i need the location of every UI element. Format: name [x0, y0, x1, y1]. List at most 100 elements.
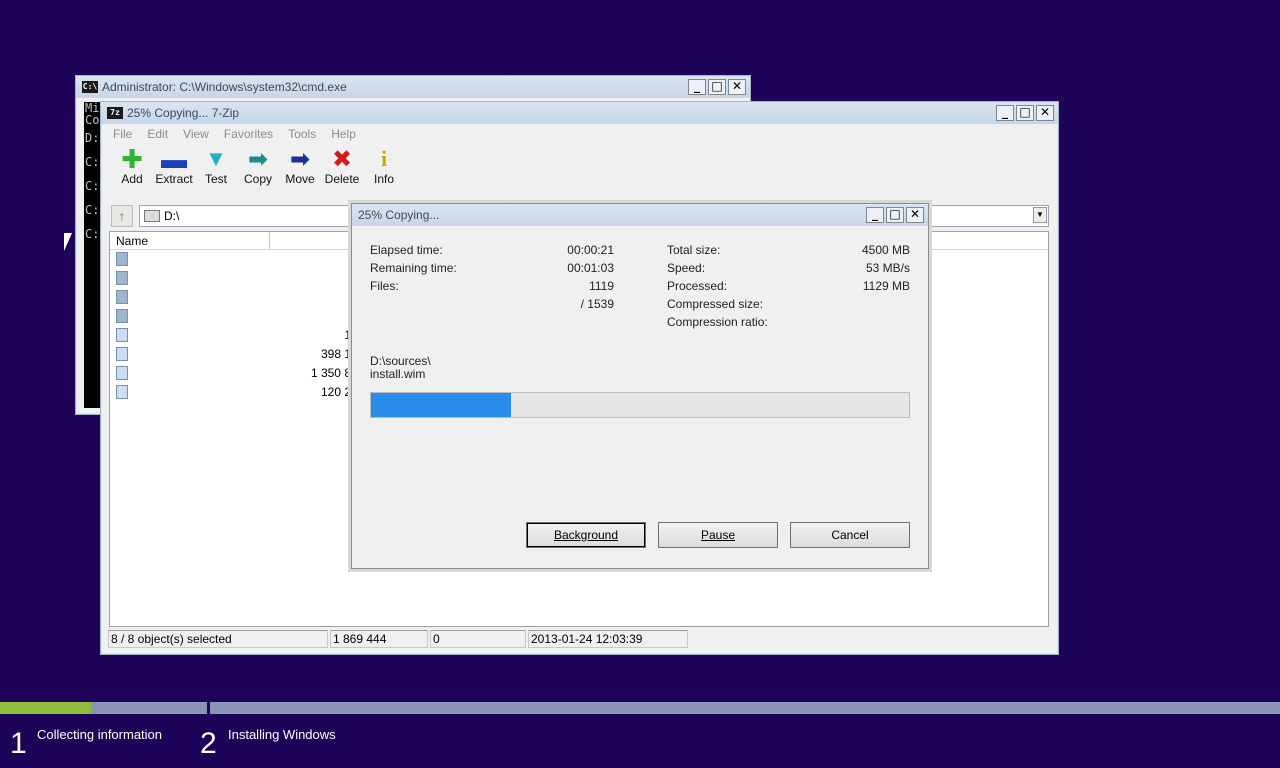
file-icon — [116, 347, 128, 361]
menu-bar: File Edit View Favorites Tools Help — [101, 124, 1058, 144]
close-button[interactable]: ✕ — [728, 79, 746, 95]
maximize-button[interactable]: □ — [1016, 105, 1034, 121]
step1-progress-fill — [0, 702, 92, 714]
folder-icon — [116, 309, 128, 323]
7zip-title: 25% Copying... 7-Zip — [127, 106, 240, 120]
step1-number: 1 — [10, 727, 27, 760]
copy-progress-fill — [371, 393, 511, 417]
add-label: Add — [121, 172, 143, 186]
pause-label: Pause — [700, 528, 736, 542]
7zip-titlebar[interactable]: 7z 25% Copying... 7-Zip _ □ ✕ — [101, 102, 1058, 124]
processed-value: 1129 MB — [862, 279, 910, 293]
status-date: 2013-01-24 12:03:39 — [528, 630, 688, 648]
toolbar: ✚ Add ▬ Extract ▼ Test ➡ Copy ➡ Move ✖ D… — [101, 144, 1058, 202]
dialog-titlebar[interactable]: 25% Copying... _ □ ✕ — [352, 204, 928, 226]
delete-icon: ✖ — [331, 145, 353, 173]
copy-button[interactable]: ➡ Copy — [237, 146, 279, 202]
folder-icon — [116, 290, 128, 304]
files-value: 1119 — [589, 279, 614, 293]
dialog-title: 25% Copying... — [358, 208, 440, 222]
copy-progress-bar — [370, 392, 910, 418]
cancel-label: Cancel — [831, 528, 869, 542]
setup-progress-bar — [0, 702, 1280, 714]
move-icon: ➡ — [289, 145, 311, 173]
add-icon: ✚ — [121, 143, 143, 174]
test-label: Test — [204, 172, 227, 186]
7zip-icon: 7z — [107, 107, 123, 119]
copy-icon: ➡ — [247, 145, 269, 173]
extract-label: Extract — [155, 172, 193, 186]
address-dropdown-icon[interactable]: ▼ — [1033, 207, 1047, 223]
files-label: Files: — [370, 279, 399, 293]
address-value: D:\ — [164, 209, 180, 223]
delete-label: Delete — [324, 172, 360, 186]
menu-file[interactable]: File — [113, 127, 132, 141]
step1-label: Collecting information — [37, 727, 163, 742]
copy-progress-dialog[interactable]: 25% Copying... _ □ ✕ Elapsed time: 00:00… — [351, 203, 929, 569]
mouse-pointer-icon — [64, 233, 72, 251]
processed-label: Processed: — [667, 279, 728, 293]
minimize-button[interactable]: _ — [688, 79, 706, 95]
menu-favorites[interactable]: Favorites — [224, 127, 273, 141]
autorun-file-icon — [116, 328, 128, 342]
maximize-button[interactable]: □ — [708, 79, 726, 95]
test-button[interactable]: ▼ Test — [195, 146, 237, 202]
column-size[interactable]: S — [270, 232, 360, 249]
step2-progress — [210, 702, 1280, 714]
up-folder-button[interactable]: ↑ — [111, 205, 133, 227]
row-size: 1 — [344, 328, 351, 342]
compressed-size-label: Compressed size: — [667, 297, 764, 311]
pause-button[interactable]: Pause — [658, 522, 778, 548]
info-label: Info — [373, 172, 394, 186]
status-packed: 0 — [430, 630, 526, 648]
current-path: D:\sources\ — [370, 354, 431, 368]
close-button[interactable]: ✕ — [906, 207, 924, 223]
remaining-value: 00:01:03 — [567, 261, 614, 275]
info-icon: i — [380, 146, 388, 171]
close-button[interactable]: ✕ — [1036, 105, 1054, 121]
elapsed-value: 00:00:21 — [567, 243, 614, 257]
copy-label: Copy — [243, 172, 272, 186]
menu-view[interactable]: View — [183, 127, 209, 141]
status-total-size: 1 869 444 — [330, 630, 428, 648]
step2-label: Installing Windows — [228, 727, 336, 742]
menu-tools[interactable]: Tools — [288, 127, 316, 141]
speed-label: Speed: — [667, 261, 706, 275]
menu-edit[interactable]: Edit — [147, 127, 168, 141]
speed-value: 53 MB/s — [865, 261, 910, 275]
row-size: 120 2 — [320, 385, 351, 399]
menu-help[interactable]: Help — [331, 127, 356, 141]
move-button[interactable]: ➡ Move — [279, 146, 321, 202]
elapsed-label: Elapsed time: — [370, 243, 443, 257]
files-total: / 1539 — [580, 297, 614, 311]
minimize-button[interactable]: _ — [866, 207, 884, 223]
background-label: Background — [553, 528, 619, 542]
cancel-button[interactable]: Cancel — [790, 522, 910, 548]
move-label: Move — [285, 172, 315, 186]
step1-progress — [0, 702, 207, 714]
drive-icon — [144, 210, 160, 222]
extract-button[interactable]: ▬ Extract — [153, 143, 195, 202]
status-bar: 8 / 8 object(s) selected 1 869 444 0 201… — [108, 630, 1050, 648]
current-file: install.wim — [370, 367, 426, 381]
folder-icon — [116, 252, 128, 266]
cmd-titlebar[interactable]: C:\ Administrator: C:\Windows\system32\c… — [76, 76, 750, 98]
column-name[interactable]: Name — [110, 232, 270, 249]
delete-button[interactable]: ✖ Delete — [321, 146, 363, 202]
total-size-label: Total size: — [667, 243, 721, 257]
add-button[interactable]: ✚ Add — [111, 143, 153, 202]
status-selected: 8 / 8 object(s) selected — [108, 630, 328, 648]
row-size: 1 350 8 — [310, 366, 351, 380]
folder-icon — [116, 271, 128, 285]
remaining-label: Remaining time: — [370, 261, 457, 275]
cmd-icon: C:\ — [82, 81, 98, 93]
info-button[interactable]: i Info — [363, 146, 405, 202]
minimize-button[interactable]: _ — [996, 105, 1014, 121]
maximize-button[interactable]: □ — [886, 207, 904, 223]
test-icon: ▼ — [205, 146, 227, 171]
extract-icon: ▬ — [161, 143, 187, 174]
background-button[interactable]: Background — [526, 522, 646, 548]
cmd-title: Administrator: C:\Windows\system32\cmd.e… — [102, 80, 347, 94]
row-size: 398 1 — [320, 347, 351, 361]
setup-exe-icon — [116, 385, 128, 399]
